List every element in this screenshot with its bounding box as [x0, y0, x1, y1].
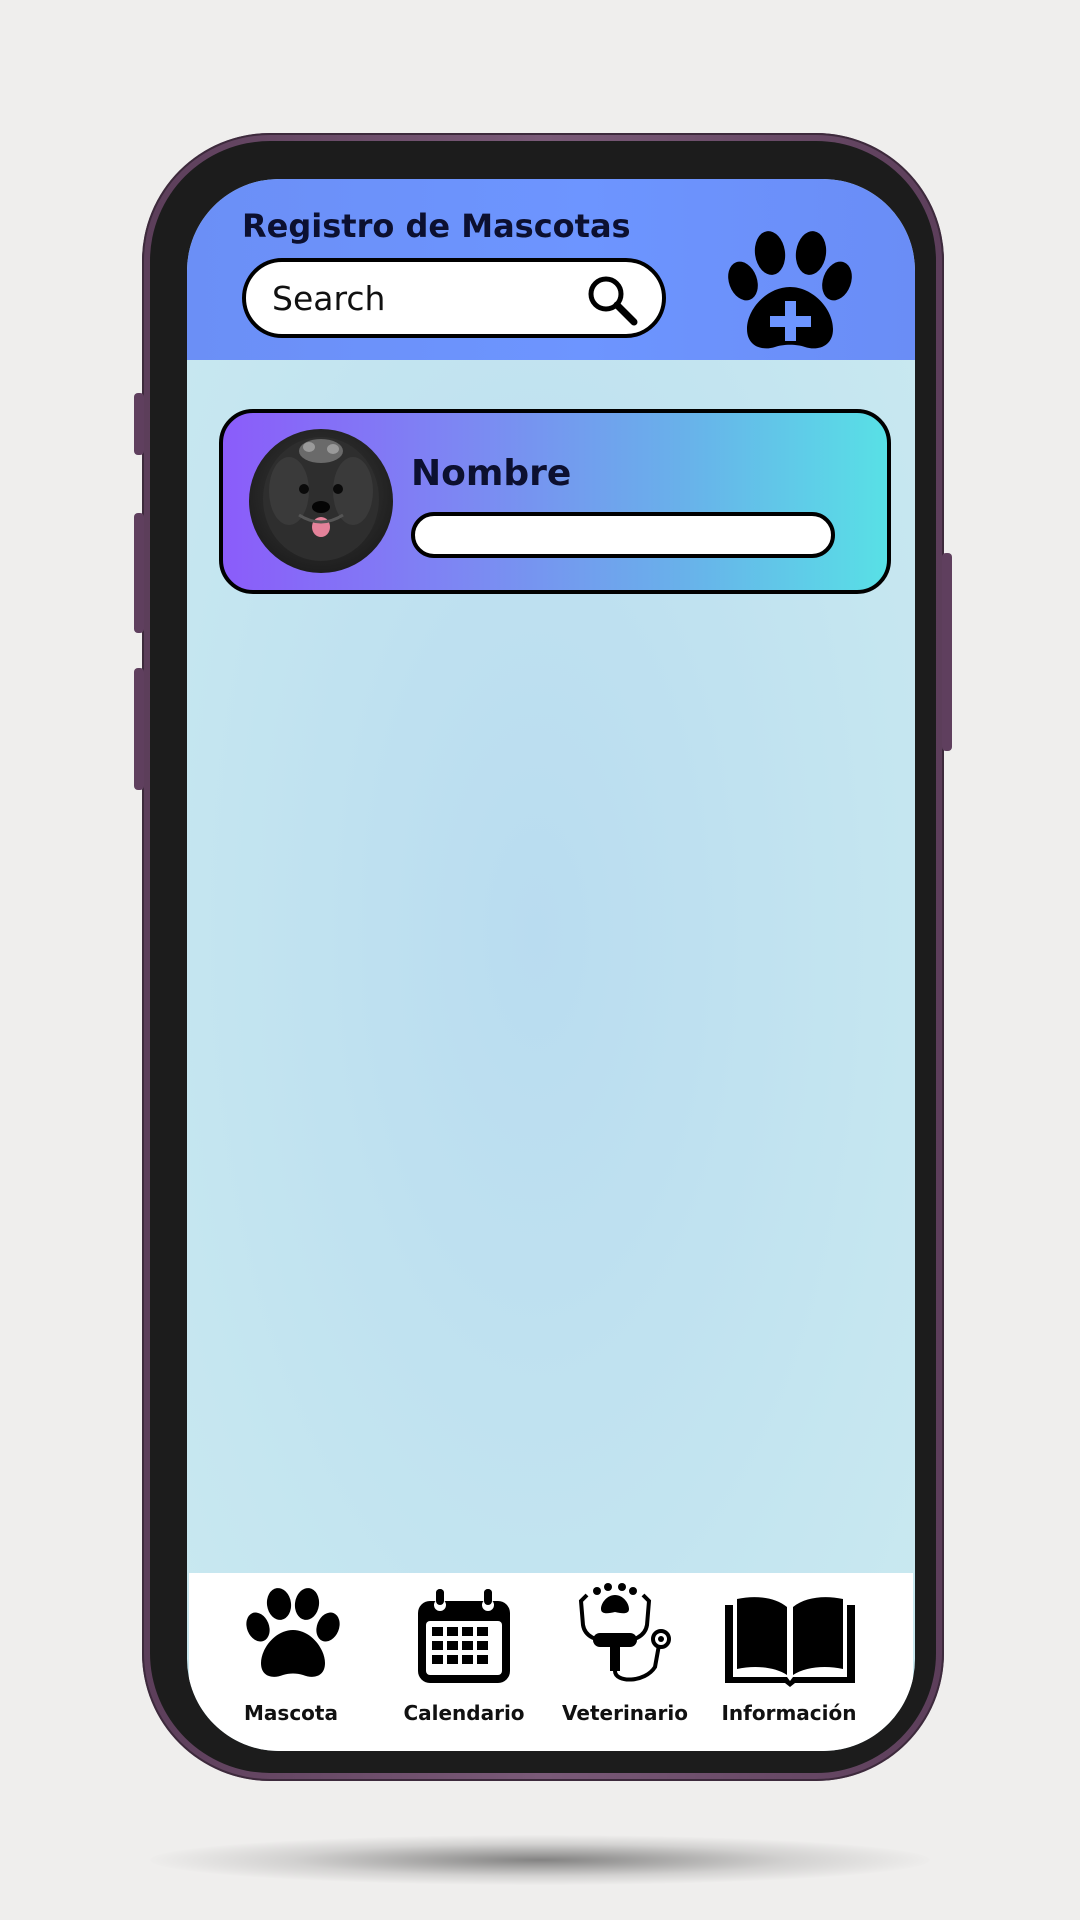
calendar-icon	[418, 1589, 510, 1683]
pet-name-label: Nombre	[411, 453, 572, 494]
tab-label-veterinario: Veterinario	[562, 1701, 688, 1725]
tab-veterinario[interactable]: Veterinario	[545, 1573, 705, 1751]
power-button	[942, 553, 952, 751]
search-input[interactable]	[272, 276, 562, 320]
paw-icon	[246, 1588, 340, 1677]
tab-calendario[interactable]: Calendario	[384, 1573, 544, 1751]
page-title: Registro de Mascotas	[242, 207, 631, 245]
tab-informacion[interactable]: Información	[709, 1573, 869, 1751]
mute-switch	[134, 393, 144, 455]
tab-mascota[interactable]: Mascota	[211, 1573, 371, 1751]
book-icon	[725, 1597, 855, 1687]
tab-label-calendario: Calendario	[403, 1701, 525, 1725]
pet-card[interactable]: Nombre	[219, 409, 891, 594]
volume-down-button	[134, 668, 144, 790]
tab-label-mascota: Mascota	[244, 1701, 338, 1725]
tab-label-informacion: Información	[721, 1701, 857, 1725]
app-header: Registro de Mascotas	[187, 179, 915, 360]
app-screen: Registro de Mascotas Search Nombre Masco…	[187, 179, 915, 1751]
pet-name-field[interactable]	[411, 512, 835, 558]
search-icon[interactable]	[584, 272, 640, 328]
phone-shadow	[150, 1835, 930, 1885]
add-pet-paw-icon[interactable]	[725, 229, 855, 353]
volume-up-button	[134, 513, 144, 633]
bottom-tab-bar: Mascota Calendario Veterinario Informaci…	[189, 1573, 913, 1751]
search-bar[interactable]	[242, 258, 666, 338]
phone-frame: Registro de Mascotas Search Nombre Masco…	[134, 133, 952, 1781]
pet-avatar	[249, 429, 393, 573]
stethoscope-icon	[578, 1583, 671, 1682]
dog-photo	[263, 437, 379, 561]
phone-bezel: Registro de Mascotas Search Nombre Masco…	[150, 141, 936, 1773]
